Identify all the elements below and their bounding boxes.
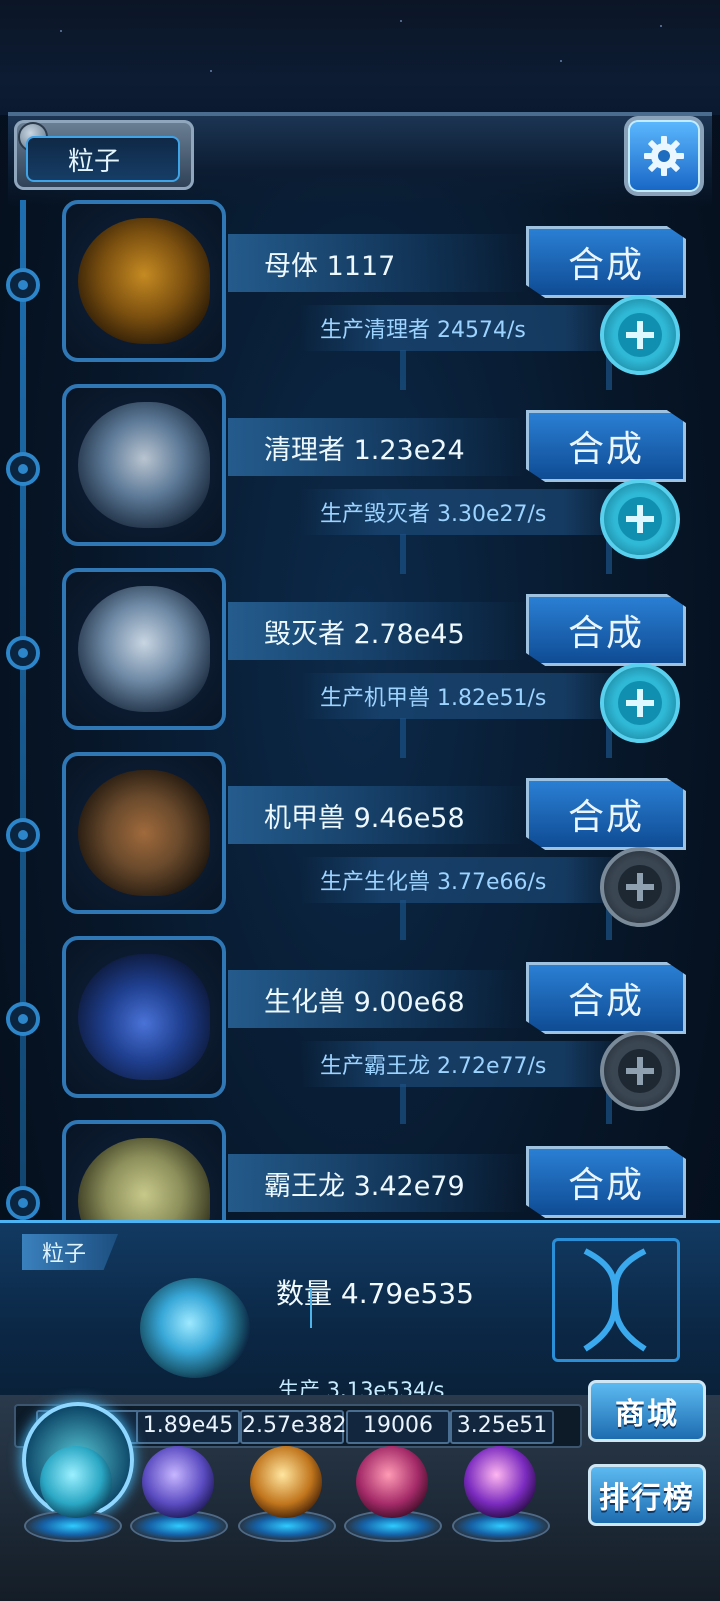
merge-button[interactable]: 合成 bbox=[526, 226, 686, 298]
unit-portrait bbox=[62, 384, 226, 546]
add-button[interactable] bbox=[600, 479, 680, 559]
unit-production: 生产清理者 24574/s bbox=[300, 305, 630, 351]
space-background bbox=[0, 0, 720, 115]
unit-production: 生产霸王龙 2.72e77/s bbox=[300, 1041, 630, 1087]
star bbox=[210, 70, 212, 72]
unit-production: 生产机甲兽 1.82e51/s bbox=[300, 673, 630, 719]
unit-row: 生化兽 9.00e68 生产霸王龙 2.72e77/s 合成 bbox=[0, 936, 720, 1121]
destroyer-creature-icon bbox=[78, 586, 210, 712]
biochem-beast-creature-icon bbox=[78, 954, 210, 1080]
unit-production: 生产生化兽 3.77e66/s bbox=[300, 857, 630, 903]
add-button[interactable] bbox=[600, 1031, 680, 1111]
plus-icon bbox=[618, 865, 662, 909]
unit-portrait bbox=[62, 200, 226, 362]
unit-name: 生化兽 9.00e68 bbox=[228, 970, 528, 1028]
unit-portrait bbox=[62, 1120, 226, 1220]
t-rex-creature-icon bbox=[78, 1138, 210, 1220]
particle-orb-icon bbox=[140, 1278, 250, 1378]
gear-icon bbox=[644, 136, 684, 176]
unit-portrait bbox=[62, 752, 226, 914]
star bbox=[60, 30, 62, 32]
shop-button[interactable]: 商城 bbox=[588, 1380, 706, 1442]
unit-name: 机甲兽 9.46e58 bbox=[228, 786, 528, 844]
stat-value: 1.89e45 bbox=[136, 1410, 240, 1444]
divider bbox=[310, 1288, 312, 1328]
unit-row: 毁灭者 2.78e45 生产机甲兽 1.82e51/s 合成 bbox=[0, 568, 720, 753]
star bbox=[400, 20, 402, 22]
merge-button[interactable]: 合成 bbox=[526, 1146, 686, 1218]
unit-name: 毁灭者 2.78e45 bbox=[228, 602, 528, 660]
page-title: 粒子 bbox=[26, 136, 180, 182]
stat-value: 3.25e51 bbox=[450, 1410, 554, 1444]
add-button[interactable] bbox=[600, 663, 680, 743]
brain-orb-icon[interactable] bbox=[356, 1446, 428, 1518]
unit-production: 生产毁灭者 3.30e27/s bbox=[300, 489, 630, 535]
add-button[interactable] bbox=[600, 847, 680, 927]
unit-name: 清理者 1.23e24 bbox=[228, 418, 528, 476]
unit-portrait bbox=[62, 568, 226, 730]
unit-name: 母体 1117 bbox=[228, 234, 528, 292]
star bbox=[560, 60, 562, 62]
unit-row: 母体 1117 生产清理者 24574/s 合成 bbox=[0, 200, 720, 385]
particle-quantity: 数量 4.79e535 bbox=[276, 1277, 474, 1310]
stat-value: 2.57e382 bbox=[240, 1410, 347, 1444]
plus-icon bbox=[618, 313, 662, 357]
settings-button[interactable] bbox=[628, 120, 700, 192]
dna-icon bbox=[552, 1238, 680, 1362]
plus-icon bbox=[618, 497, 662, 541]
panel-tag: 粒子 bbox=[22, 1234, 118, 1270]
plus-icon bbox=[618, 681, 662, 725]
lightning-orb-icon[interactable] bbox=[142, 1446, 214, 1518]
vortex-orb-icon[interactable] bbox=[464, 1446, 536, 1518]
ranking-button[interactable]: 排行榜 bbox=[588, 1464, 706, 1526]
cleaner-creature-icon bbox=[78, 402, 210, 528]
star bbox=[660, 25, 662, 27]
merge-button[interactable]: 合成 bbox=[526, 962, 686, 1034]
unit-name: 霸王龙 3.42e79 bbox=[228, 1154, 528, 1212]
stat-value: 19006 bbox=[346, 1410, 450, 1444]
unit-portrait bbox=[62, 936, 226, 1098]
plus-icon bbox=[618, 1049, 662, 1093]
mecha-beast-creature-icon bbox=[78, 770, 210, 896]
unit-row: 霸王龙 3.42e79 合成 bbox=[0, 1120, 720, 1220]
particle-orb-icon[interactable] bbox=[40, 1446, 112, 1518]
merge-button[interactable]: 合成 bbox=[526, 594, 686, 666]
fire-orb-icon[interactable] bbox=[250, 1446, 322, 1518]
unit-row: 清理者 1.23e24 生产毁灭者 3.30e27/s 合成 bbox=[0, 384, 720, 569]
mother-creature-icon bbox=[78, 218, 210, 344]
merge-button[interactable]: 合成 bbox=[526, 778, 686, 850]
merge-button[interactable]: 合成 bbox=[526, 410, 686, 482]
unit-row: 机甲兽 9.46e58 生产生化兽 3.77e66/s 合成 bbox=[0, 752, 720, 937]
add-button[interactable] bbox=[600, 295, 680, 375]
